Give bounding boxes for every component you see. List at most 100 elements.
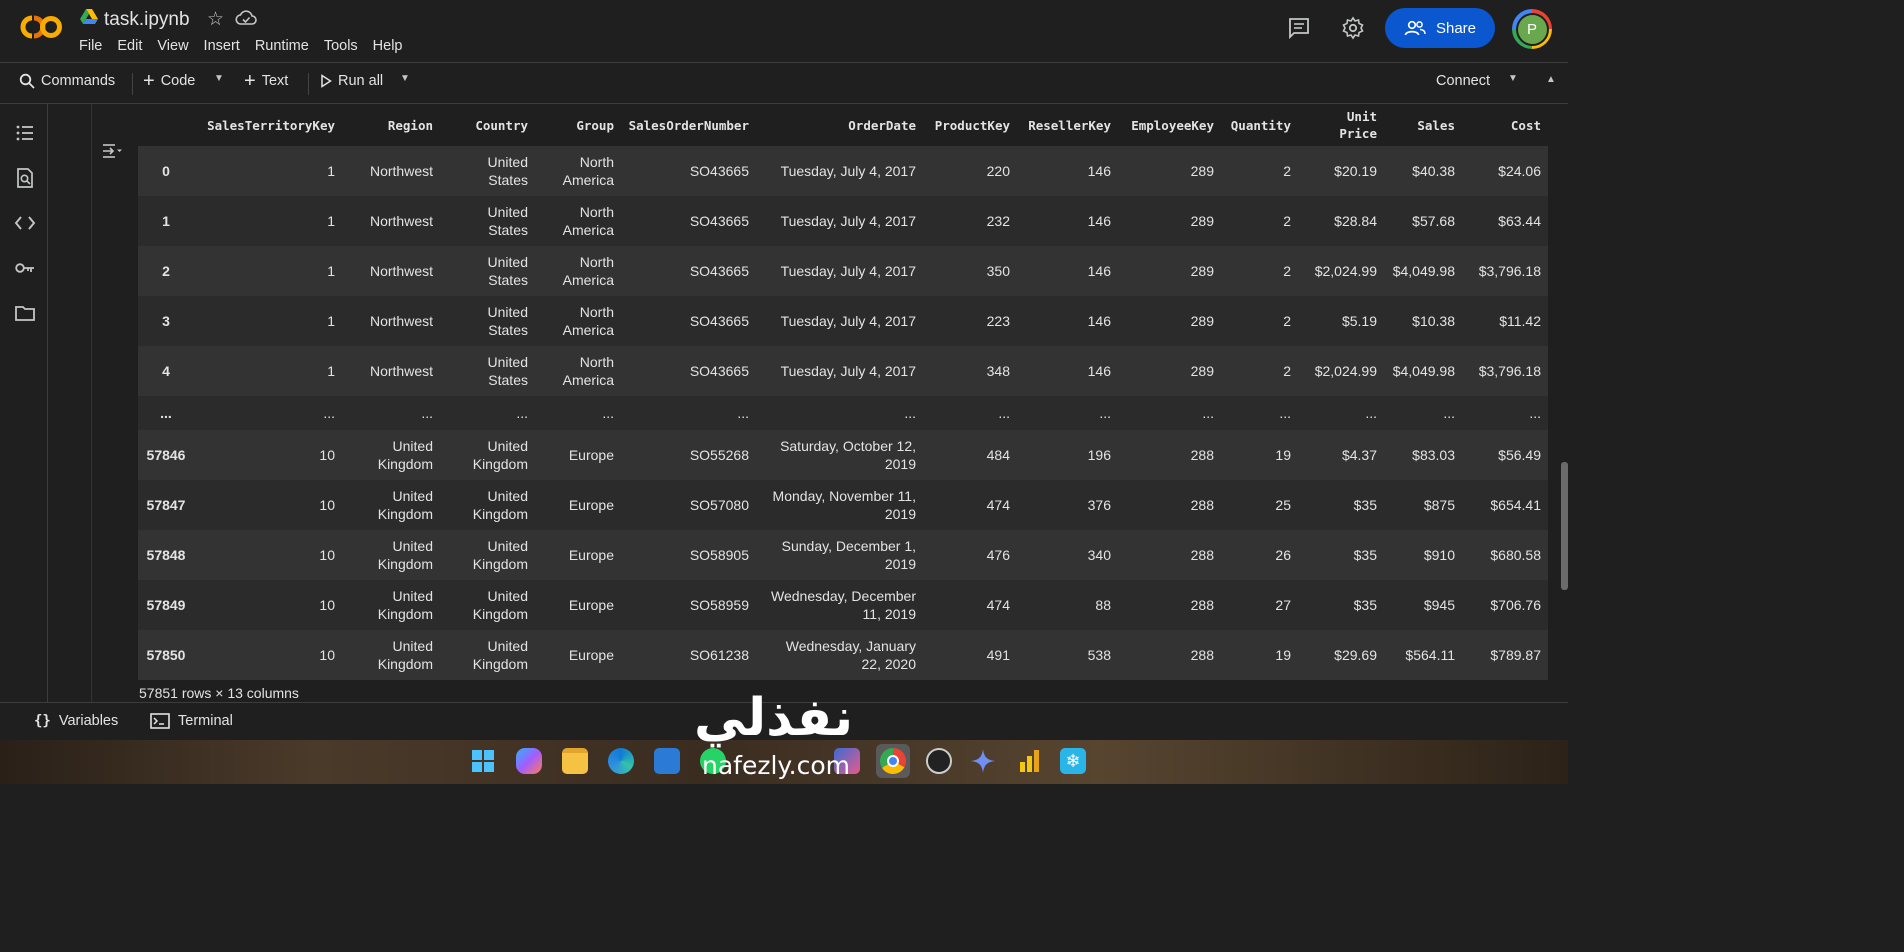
table-cell: United States [487, 304, 528, 338]
table-cell: Northwest [369, 263, 433, 279]
table-cell: United Kingdom [472, 638, 528, 672]
add-text-button[interactable]: + Text [244, 70, 288, 92]
avatar[interactable]: P [1512, 9, 1552, 49]
table-row: 57847 10 United Kingdom United Kingdom Europ… [138, 480, 1548, 530]
table-cell: 288 [1190, 647, 1214, 663]
colab-logo[interactable] [20, 14, 64, 40]
table-cell: 289 [1190, 363, 1214, 379]
table-cell: 10 [319, 497, 335, 513]
table-cell: North America [562, 354, 614, 388]
table-cell: ... [923, 396, 1017, 430]
cloud-saved-icon[interactable] [235, 10, 257, 26]
menu-bar: File Edit View Insert Runtime Tools Help [79, 38, 418, 54]
snowflake-icon[interactable]: ❄ [1060, 748, 1086, 774]
edge-icon[interactable] [608, 748, 634, 774]
table-cell: 2 [1283, 313, 1291, 329]
table-row: 4 1 Northwest United States North America SO4… [138, 346, 1548, 396]
table-cell: Wednesday, January 22, 2020 [785, 638, 916, 672]
run-all-dropdown-button[interactable]: ▼ [400, 73, 410, 84]
menu-tools[interactable]: Tools [324, 38, 358, 54]
table-cell: SO58905 [689, 547, 749, 563]
table-cell: North America [562, 154, 614, 188]
variables-label: Variables [58, 713, 119, 729]
table-cell: $35 [1353, 497, 1377, 513]
code-snippets-icon[interactable] [14, 212, 36, 234]
notebook-title[interactable]: task.ipynb [104, 9, 190, 31]
table-cell: Europe [568, 547, 614, 563]
table-cell: Tuesday, July 4, 2017 [780, 263, 916, 279]
table-cell: 19 [1275, 647, 1291, 663]
avatar-letter: P [1517, 14, 1547, 44]
gear-icon[interactable] [1341, 16, 1365, 40]
table-cell: North America [562, 204, 614, 238]
menu-help[interactable]: Help [373, 38, 403, 54]
variables-button[interactable]: {} Variables [34, 713, 118, 729]
file-explorer-icon[interactable] [562, 748, 588, 774]
code-dropdown-button[interactable]: ▼ [214, 73, 224, 84]
table-cell: North America [562, 254, 614, 288]
connect-label: Connect [1436, 73, 1491, 89]
connect-dropdown-button[interactable]: ▼ [1508, 73, 1518, 84]
table-body: 0 1 Northwest United States North America SO4… [138, 146, 1548, 680]
table-cell: United Kingdom [472, 538, 528, 572]
output-actions-icon[interactable] [101, 141, 123, 161]
menu-edit[interactable]: Edit [117, 38, 142, 54]
menu-runtime[interactable]: Runtime [255, 38, 309, 54]
table-cell: $564.11 [1405, 647, 1455, 663]
table-cell: 348 [986, 363, 1010, 379]
table-cell: 10 [319, 547, 335, 563]
chrome-icon[interactable] [876, 744, 910, 778]
plus-icon: + [244, 70, 256, 92]
files-folder-icon[interactable] [14, 302, 36, 324]
table-cell: SO61238 [689, 647, 749, 663]
table-cell: $57.68 [1412, 213, 1455, 229]
table-cell: 146 [1087, 313, 1111, 329]
table-cell: SO57080 [689, 497, 749, 513]
table-cell: United Kingdom [472, 588, 528, 622]
power-bi-icon[interactable] [1016, 748, 1042, 774]
copilot-icon[interactable] [516, 748, 542, 774]
table-row: 3 1 Northwest United States North America SO4… [138, 296, 1548, 346]
share-button[interactable]: Share [1385, 8, 1495, 48]
terminal-button[interactable]: Terminal [150, 713, 233, 729]
table-cell: $5.19 [1341, 313, 1377, 329]
table-cell: $63.44 [1498, 213, 1541, 229]
secrets-key-icon[interactable] [14, 257, 36, 279]
commands-button[interactable]: Commands [19, 73, 115, 89]
chevron-down-icon: ▼ [1508, 73, 1518, 84]
windows-start-icon[interactable] [470, 748, 496, 774]
column-header: Region [387, 117, 433, 133]
nafezly-watermark: نفذلي nafezly.com [694, 688, 876, 784]
menu-file[interactable]: File [79, 38, 102, 54]
find-replace-icon[interactable] [14, 167, 36, 189]
code-label: Code [160, 73, 196, 89]
add-code-button[interactable]: + Code [143, 71, 196, 91]
store-icon[interactable] [654, 748, 680, 774]
gemini-icon[interactable] [970, 748, 996, 774]
run-all-button[interactable]: Run all [320, 73, 383, 89]
table-cell: North America [562, 304, 614, 338]
menu-insert[interactable]: Insert [204, 38, 240, 54]
scrollbar-thumb[interactable] [1561, 462, 1568, 590]
table-cell: United Kingdom [377, 488, 433, 522]
commands-label: Commands [41, 73, 116, 89]
table-of-contents-icon[interactable] [14, 122, 36, 144]
table-cell: 10 [319, 447, 335, 463]
table-cell: 474 [986, 597, 1010, 613]
star-icon[interactable]: ☆ [207, 8, 224, 31]
comment-icon[interactable] [1287, 16, 1311, 40]
google-drive-icon[interactable] [80, 9, 98, 25]
chatgpt-icon[interactable] [926, 748, 952, 774]
column-header: Quantity [1230, 117, 1291, 133]
table-cell: 289 [1190, 313, 1214, 329]
column-header: ResellerKey [1028, 117, 1111, 133]
connect-button[interactable]: Connect [1436, 73, 1490, 89]
index-header [138, 104, 194, 146]
table-cell: United States [487, 204, 528, 238]
table-cell: SO43665 [689, 263, 749, 279]
table-cell: Wednesday, December 11, 2019 [771, 588, 916, 622]
scroll-up-arrow-icon[interactable]: ▲ [1546, 74, 1556, 85]
menu-view[interactable]: View [157, 38, 188, 54]
table-cell: 223 [986, 313, 1010, 329]
terminal-label: Terminal [178, 713, 233, 729]
